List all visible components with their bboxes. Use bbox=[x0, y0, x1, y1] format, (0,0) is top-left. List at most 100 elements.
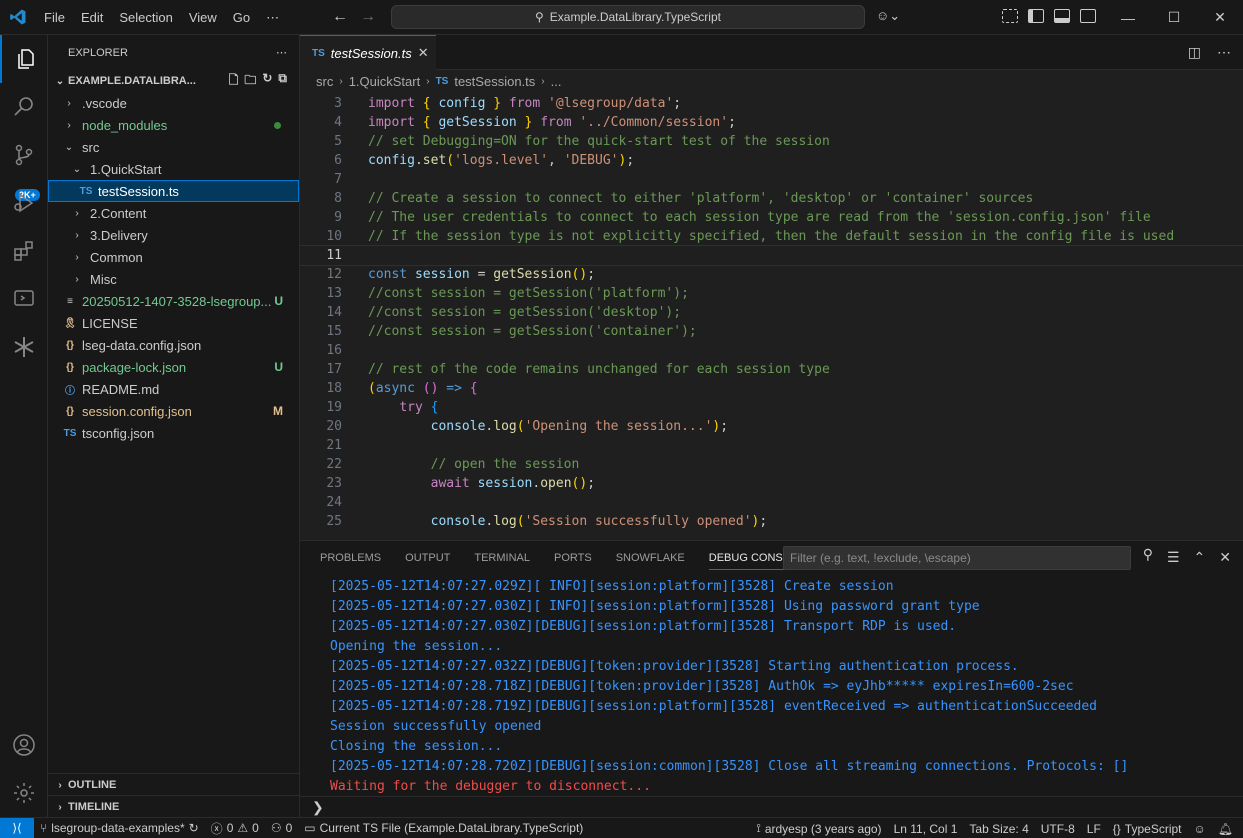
toggle-panel-icon[interactable] bbox=[1054, 9, 1070, 23]
clear-console-icon[interactable]: ☰ bbox=[1167, 549, 1180, 566]
close-panel-icon[interactable]: ✕ bbox=[1219, 549, 1231, 566]
customize-layout-icon[interactable] bbox=[1002, 9, 1018, 23]
tree-folder[interactable]: ⌄ src bbox=[48, 136, 299, 158]
accounts-icon[interactable] bbox=[0, 721, 48, 769]
code-token: ( bbox=[446, 153, 455, 168]
remote-indicator-icon[interactable]: ⟩⟨ bbox=[0, 817, 34, 838]
panel-tab[interactable]: SNOWFLAKE bbox=[604, 541, 697, 576]
remote-explorer-icon[interactable] bbox=[0, 275, 48, 323]
workspace-root[interactable]: ⌄ EXAMPLE.DATALIBRA... 🗋 🗀 ↻ ⧉ bbox=[48, 70, 299, 92]
breadcrumb-item[interactable]: ... bbox=[551, 74, 562, 89]
tree-file[interactable]: {} package-lock.json U bbox=[48, 356, 299, 378]
copilot-status-icon[interactable]: ☺ bbox=[1188, 822, 1212, 836]
minimize-icon[interactable]: — bbox=[1105, 0, 1151, 35]
new-folder-icon[interactable]: 🗀 bbox=[244, 71, 256, 92]
tree-folder[interactable]: ⌄ 1.QuickStart bbox=[48, 158, 299, 180]
copilot-icon[interactable]: ☺⌄ bbox=[876, 8, 900, 24]
tree-file[interactable]: TS tsconfig.json bbox=[48, 422, 299, 444]
debug-console-input[interactable]: ❯ bbox=[300, 796, 1243, 818]
indentation-status[interactable]: Tab Size: 4 bbox=[963, 822, 1034, 836]
language-label: TypeScript bbox=[1124, 821, 1182, 836]
toggle-secondary-sidebar-icon[interactable] bbox=[1080, 9, 1096, 23]
code-token: const bbox=[368, 267, 415, 282]
panel-tab[interactable]: PORTS bbox=[542, 541, 604, 576]
source-control-icon[interactable] bbox=[0, 131, 48, 179]
code-token: 'Session successfully opened' bbox=[524, 514, 752, 529]
panel-tab[interactable]: PROBLEMS bbox=[308, 541, 393, 576]
tree-folder[interactable]: › .vscode bbox=[48, 92, 299, 114]
tree-file[interactable]: ≡ 20250512-1407-3528-lsegroup... U bbox=[48, 290, 299, 312]
tree-file[interactable]: ⓘ README.md bbox=[48, 378, 299, 400]
code-token: ( bbox=[516, 419, 525, 434]
explorer-icon[interactable] bbox=[0, 35, 48, 83]
code-token: = bbox=[469, 267, 494, 282]
tree-file[interactable]: 🎗︎ LICENSE bbox=[48, 312, 299, 334]
menu-item[interactable]: ⋯ bbox=[258, 0, 287, 35]
ts-file-status[interactable]: ▭ Current TS File (Example.DataLibrary.T… bbox=[298, 821, 589, 835]
maximize-icon[interactable]: ☐ bbox=[1151, 0, 1197, 35]
eol-status[interactable]: LF bbox=[1081, 822, 1107, 836]
chevron-right-icon: › bbox=[58, 801, 62, 813]
breadcrumb-item[interactable]: testSession.ts bbox=[454, 74, 535, 89]
status-right: ⟟ ardyesp (3 years ago) Ln 11, Col 1 Tab… bbox=[750, 818, 1239, 838]
split-editor-icon[interactable]: ◫ bbox=[1188, 44, 1201, 61]
snowflake-icon[interactable] bbox=[0, 323, 48, 371]
modified-dot-icon bbox=[274, 122, 281, 129]
forward-arrow-icon[interactable]: → bbox=[360, 8, 376, 26]
line-number: 3 bbox=[334, 96, 342, 111]
tab-testsession[interactable]: TS testSession.ts ✕ bbox=[300, 35, 436, 70]
code-token: { bbox=[430, 400, 439, 415]
menu-item[interactable]: Selection bbox=[111, 0, 180, 35]
run-debug-icon[interactable] bbox=[0, 179, 48, 227]
panel-tab[interactable]: TERMINAL bbox=[462, 541, 542, 576]
search-icon[interactable]: ⚲ bbox=[1143, 546, 1153, 563]
code-token: { bbox=[469, 381, 478, 396]
title-bar: File Edit Selection View Go ⋯ ← → ⚲ Example.D… bbox=[0, 0, 1243, 35]
line-number: 21 bbox=[326, 438, 342, 453]
tree-folder[interactable]: › Misc bbox=[48, 268, 299, 290]
code-line: 21 bbox=[300, 436, 1243, 455]
menu-item[interactable]: Edit bbox=[73, 0, 111, 35]
back-arrow-icon[interactable]: ← bbox=[332, 8, 348, 26]
tree-folder[interactable]: › node_modules bbox=[48, 114, 299, 136]
language-mode[interactable]: {} TypeScript bbox=[1107, 822, 1188, 836]
tree-file[interactable]: {} session.config.json M bbox=[48, 400, 299, 422]
settings-gear-icon[interactable] bbox=[0, 769, 48, 817]
more-actions-icon[interactable]: ⋯ bbox=[1217, 44, 1231, 61]
outline-section[interactable]: › OUTLINE bbox=[48, 773, 299, 796]
encoding-status[interactable]: UTF-8 bbox=[1035, 822, 1081, 836]
tree-folder[interactable]: › 2.Content bbox=[48, 202, 299, 224]
branch-status[interactable]: ⑂ lsegroup-data-examples* ↻ bbox=[34, 821, 205, 835]
cursor-position[interactable]: Ln 11, Col 1 bbox=[888, 822, 964, 836]
refresh-icon[interactable]: ↻ bbox=[262, 71, 272, 92]
collapse-all-icon[interactable]: ⧉ bbox=[278, 71, 287, 92]
menu-item[interactable]: File bbox=[36, 0, 73, 35]
problems-status[interactable]: ⓧ 0 ⚠ 0 bbox=[205, 820, 265, 837]
tree-file[interactable]: {} lseg-data.config.json bbox=[48, 334, 299, 356]
console-filter-input[interactable]: Filter (e.g. text, !exclude, \escape) bbox=[783, 546, 1131, 570]
tree-file[interactable]: TS testSession.ts bbox=[48, 180, 299, 202]
notifications-bell-icon[interactable]: 🔔︎ bbox=[1212, 822, 1239, 836]
extensions-icon[interactable] bbox=[0, 227, 48, 275]
timeline-section[interactable]: › TIMELINE bbox=[48, 795, 299, 818]
menu-item[interactable]: View bbox=[181, 0, 225, 35]
breadcrumb-item[interactable]: 1.QuickStart bbox=[349, 74, 421, 89]
ports-status[interactable]: ⚇ 0 bbox=[265, 821, 298, 835]
toggle-primary-sidebar-icon[interactable] bbox=[1028, 9, 1044, 23]
close-window-icon[interactable]: ✕ bbox=[1197, 0, 1243, 35]
menu-item[interactable]: Go bbox=[225, 0, 258, 35]
close-tab-icon[interactable]: ✕ bbox=[418, 45, 429, 61]
git-blame-status[interactable]: ⟟ ardyesp (3 years ago) bbox=[750, 821, 887, 836]
maximize-panel-icon[interactable]: ⌃ bbox=[1194, 549, 1206, 566]
code-editor[interactable]: 3 import { config } from '@lsegroup/data'… bbox=[300, 94, 1243, 540]
new-file-icon[interactable]: 🗋 bbox=[229, 71, 239, 92]
line-number: 4 bbox=[334, 115, 342, 130]
tree-folder[interactable]: › Common bbox=[48, 246, 299, 268]
command-center-search[interactable]: ⚲ Example.DataLibrary.TypeScript bbox=[391, 5, 865, 29]
more-actions-icon[interactable]: ⋯ bbox=[276, 46, 287, 59]
tree-folder[interactable]: › 3.Delivery bbox=[48, 224, 299, 246]
breadcrumb-item[interactable]: src bbox=[316, 74, 333, 89]
code-text: try { bbox=[342, 398, 438, 417]
search-icon[interactable] bbox=[0, 83, 48, 131]
panel-tab[interactable]: OUTPUT bbox=[393, 541, 462, 576]
